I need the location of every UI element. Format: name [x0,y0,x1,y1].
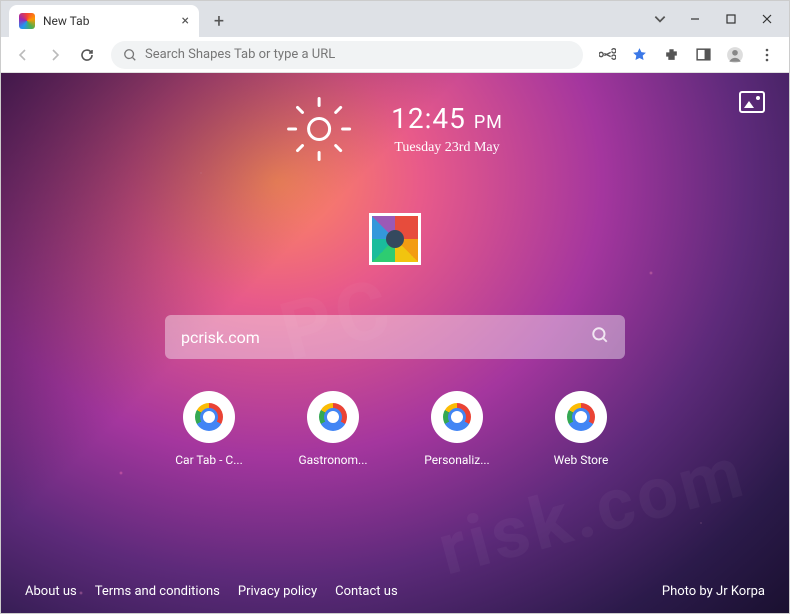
browser-titlebar: New Tab × + [1,1,789,37]
chrome-icon [567,403,595,431]
shortcut-item[interactable]: Gastronom... [285,391,381,467]
background-picker-icon[interactable] [739,91,765,113]
back-button[interactable] [9,41,37,69]
minimize-button[interactable] [677,5,713,33]
main-search[interactable] [165,315,625,359]
menu-icon[interactable] [753,41,781,69]
omnibox-placeholder: Search Shapes Tab or type a URL [145,47,335,62]
shortcut-item[interactable]: Web Store [533,391,629,467]
maximize-button[interactable] [713,5,749,33]
search-button-icon[interactable] [591,326,609,348]
shortcut-item[interactable]: Car Tab - C... [161,391,257,467]
footer-link[interactable]: About us [25,584,77,599]
search-icon [123,48,137,62]
browser-toolbar: Search Shapes Tab or type a URL [1,37,789,73]
tab-favicon [19,13,35,29]
reload-button[interactable] [73,41,101,69]
sidepanel-icon[interactable] [689,41,717,69]
shortcut-label: Gastronom... [298,453,367,467]
close-tab-icon[interactable]: × [182,13,189,29]
shortcut-icon [555,391,607,443]
close-window-button[interactable] [749,5,785,33]
photo-credit: Photo by Jr Korpa [662,584,765,599]
search-input[interactable] [181,328,591,347]
info-widget: 12:45 PM Tuesday 23rd May [287,97,503,161]
page-content: PC risk.com 12:45 PM Tuesday 23rd May Ca… [1,73,789,613]
footer-links: About us Terms and conditions Privacy poli… [25,584,398,599]
window-controls [643,5,785,33]
bookmark-icon[interactable] [625,41,653,69]
share-icon[interactable] [593,41,621,69]
shortcut-label: Web Store [554,453,609,467]
chrome-icon [443,403,471,431]
tab-dropdown-button[interactable] [643,5,677,33]
forward-button[interactable] [41,41,69,69]
chrome-icon [319,403,347,431]
extensions-icon[interactable] [657,41,685,69]
profile-icon[interactable] [721,41,749,69]
weather-sunny-icon [287,97,351,161]
new-tab-button[interactable]: + [205,7,233,35]
tab-title: New Tab [43,14,89,28]
shortcut-icon [307,391,359,443]
address-bar[interactable]: Search Shapes Tab or type a URL [111,41,583,69]
chrome-icon [195,403,223,431]
shortcut-icon [183,391,235,443]
clock-time: 12:45 PM [391,102,503,136]
browser-tab[interactable]: New Tab × [9,5,199,37]
footer-link[interactable]: Terms and conditions [95,584,220,599]
clock-date: Tuesday 23rd May [391,140,503,156]
footer-link[interactable]: Contact us [335,584,398,599]
shortcut-label: Car Tab - C... [175,453,242,467]
shortcuts-row: Car Tab - C... Gastronom... Personaliz... W… [161,391,629,467]
shortcut-item[interactable]: Personaliz... [409,391,505,467]
shortcut-label: Personaliz... [424,453,489,467]
footer-link[interactable]: Privacy policy [238,584,317,599]
extension-logo [369,213,421,265]
shortcut-icon [431,391,483,443]
footer: About us Terms and conditions Privacy poli… [1,584,789,599]
